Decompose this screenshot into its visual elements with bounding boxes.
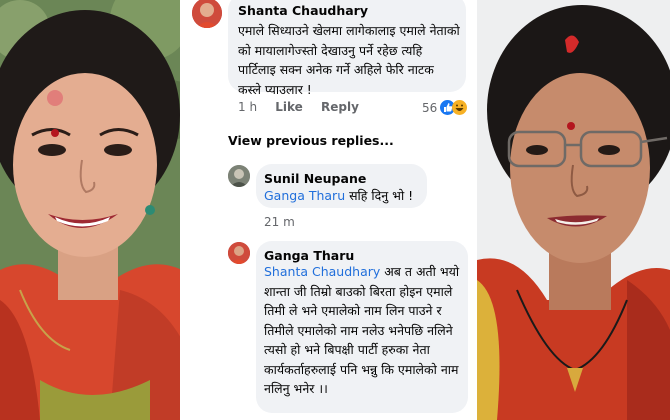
portrait-left-illustration	[0, 0, 182, 420]
photo-left-woman	[0, 0, 182, 420]
avatar-sunil[interactable]	[228, 165, 250, 187]
comment-actions-2: 21 m	[264, 215, 309, 229]
comment-bubble-3: Ganga Tharu Shanta Chaudhary अब त अती भय…	[256, 241, 468, 413]
haha-reaction-icon	[452, 100, 468, 115]
comment-author[interactable]: Ganga Tharu	[264, 248, 354, 263]
comment-actions-1: 1 h Like Reply	[238, 100, 373, 114]
avatar-image	[192, 0, 222, 28]
reply-button[interactable]: Reply	[321, 100, 359, 114]
comment-thread: Shanta Chaudhary एमाले सिध्याउने खेलमा ल…	[182, 0, 477, 420]
avatar-image	[228, 165, 250, 187]
comment-time: 1 h	[238, 100, 258, 114]
photo-right-woman	[477, 0, 670, 420]
comment-text: Ganga Tharu सहि दिनु भो !	[264, 186, 424, 206]
portrait-right-illustration	[477, 0, 670, 420]
reaction-count: 56	[422, 100, 438, 115]
comment-time: 21 m	[264, 215, 295, 229]
comment-bubble-1: Shanta Chaudhary एमाले सिध्याउने खेलमा ल…	[228, 0, 466, 97]
view-previous-replies-link[interactable]: View previous replies...	[228, 133, 394, 148]
comment-author[interactable]: Shanta Chaudhary	[238, 3, 368, 18]
comment-text: Shanta Chaudhary अब त अती भयो शान्ता जी …	[264, 262, 462, 399]
reaction-summary[interactable]: 56	[422, 100, 468, 115]
comment-body: अब त अती भयो शान्ता जी तिम्रो बाउको बिरत…	[264, 264, 460, 396]
avatar-image	[228, 242, 250, 264]
avatar-ganga[interactable]	[228, 242, 250, 264]
avatar-shanta[interactable]	[192, 0, 222, 28]
comment-bubble-2: Sunil Neupane Ganga Tharu सहि दिनु भो !	[256, 164, 427, 208]
mention-link[interactable]: Ganga Tharu	[264, 188, 345, 203]
comment-author[interactable]: Sunil Neupane	[264, 171, 366, 186]
like-button[interactable]: Like	[275, 100, 303, 114]
comment-text: एमाले सिध्याउने खेलमा लागेकालाइ एमाले ने…	[238, 23, 460, 97]
mention-link[interactable]: Shanta Chaudhary	[264, 264, 380, 279]
comment-body: सहि दिनु भो !	[345, 188, 414, 203]
